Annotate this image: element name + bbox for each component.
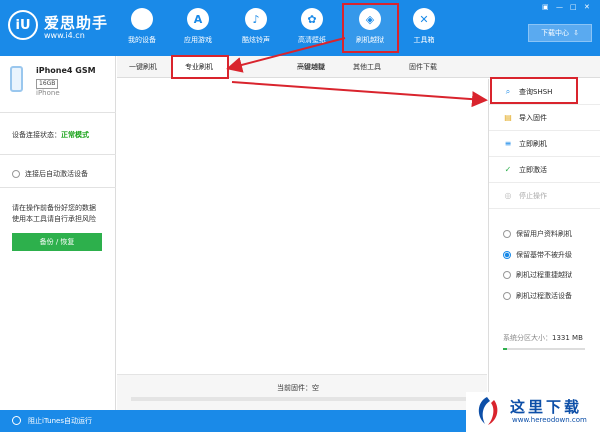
connection-mode: 正常模式: [61, 131, 89, 139]
nav-item-flash-jailbreak[interactable]: ◈ 刷机越狱: [344, 6, 396, 52]
nav-item-label: 工具箱: [413, 36, 435, 44]
flash-icon: ≡: [504, 139, 512, 148]
device-panel: iPhone4 GSM 16GB iPhone 设备连接状态：正常模式 连接后自…: [0, 56, 116, 410]
flower-icon: ✿: [301, 8, 323, 30]
shsh-highlight: [490, 77, 578, 104]
radio-checked-icon: [503, 251, 511, 259]
option-label: 保留用户资料刷机: [516, 230, 572, 238]
download-icon: ⇩: [573, 29, 579, 37]
bell-icon: ♪: [245, 8, 267, 30]
device-type: iPhone: [36, 89, 60, 97]
nav-item-label: 高清壁纸: [298, 36, 326, 44]
progress-bar: [131, 397, 473, 401]
system-partition-value: 1331 MB: [552, 334, 583, 342]
block-itunes-label[interactable]: 阻止iTunes自动运行: [28, 416, 92, 426]
watermark-url: www.hereodown.com: [512, 416, 587, 424]
download-center-button[interactable]: 下载中心 ⇩: [528, 24, 592, 42]
flash-now-button[interactable]: ≡ 立即刷机: [489, 131, 600, 157]
auto-activate-label: 连接后自动激活设备: [25, 170, 88, 178]
action-label: 停止操作: [519, 191, 547, 200]
app-logo-icon: iU: [8, 10, 38, 40]
tab-one-click-flash[interactable]: 一键刷机: [129, 56, 157, 78]
connection-status: 设备连接状态：正常模式: [12, 130, 89, 140]
radio-icon: [503, 292, 511, 300]
action-panel: ⌕ 查询SHSH ▤ 导入固件 ≡ 立即刷机 ✓ 立即激活 ◎ 停止操作 保留用…: [488, 79, 600, 410]
warning-text: 请在操作前备份好您的数据 使用本工具请自行承担风险: [12, 203, 108, 225]
toggle-icon[interactable]: [12, 416, 21, 425]
tab-pro-flash[interactable]: 专业刷机: [171, 55, 229, 79]
divider: [0, 154, 116, 155]
radio-icon: [503, 230, 511, 238]
nav-item-label: 我的设备: [128, 36, 156, 44]
app-title: 爱思助手: [44, 14, 109, 32]
nav-item-label: 刷机越狱: [356, 36, 384, 44]
option-keep-baseband[interactable]: 保留基带不被升级: [503, 250, 572, 260]
nav-item-wallpapers[interactable]: ✿ 高清壁纸: [286, 6, 338, 52]
auto-activate-option[interactable]: 连接后自动激活设备: [12, 169, 88, 179]
option-label: 保留基带不被升级: [516, 251, 572, 259]
system-partition-label: 系统分区大小：: [503, 334, 552, 342]
app-store-icon: A: [187, 8, 209, 30]
system-partition: 系统分区大小：1331 MB: [503, 333, 583, 343]
radio-icon: [503, 271, 511, 279]
current-firmware: 当前固件：空: [277, 384, 319, 392]
import-firmware-button[interactable]: ▤ 导入固件: [489, 105, 600, 131]
minimize-icon[interactable]: —: [556, 3, 563, 11]
skin-icon[interactable]: ▣: [542, 3, 549, 11]
main-content: [117, 79, 487, 410]
warning-line: 使用本工具请自行承担风险: [12, 215, 96, 223]
stop-operation-button[interactable]: ◎ 停止操作: [489, 183, 600, 209]
option-rejailbreak[interactable]: 刷机过程重捷越狱: [503, 270, 572, 280]
phone-icon: [10, 66, 23, 92]
nav-item-label: 酷炫铃声: [242, 36, 270, 44]
device-capacity: 16GB: [36, 79, 59, 89]
folder-icon: ▤: [504, 113, 512, 122]
tab-firmware-download[interactable]: 固件下载: [409, 56, 437, 78]
watermark-text: 这里下载: [510, 398, 583, 416]
stop-icon: ◎: [504, 191, 512, 200]
nav-item-toolbox[interactable]: ✕ 工具箱: [398, 6, 450, 52]
nav-item-apps[interactable]: A 应用游戏: [172, 6, 224, 52]
system-partition-bar: [503, 348, 585, 350]
warning-line: 请在操作前备份好您的数据: [12, 204, 96, 212]
nav-item-my-device[interactable]: 我的设备: [116, 6, 168, 52]
divider: [0, 187, 116, 188]
check-circle-icon: ✓: [504, 165, 512, 174]
nav-item-ringtones[interactable]: ♪ 酷炫铃声: [230, 6, 282, 52]
watermark-logo-icon: [478, 397, 498, 425]
maximize-icon[interactable]: □: [570, 3, 577, 11]
divider: [0, 112, 116, 113]
action-label: 立即刷机: [519, 139, 547, 148]
activate-now-button[interactable]: ✓ 立即激活: [489, 157, 600, 183]
firmware-bar: 当前固件：空: [117, 374, 487, 410]
tab-other-tools[interactable]: 其他工具: [353, 56, 381, 78]
dropbox-icon: ◈: [359, 8, 381, 30]
device-name: iPhone4 GSM: [36, 66, 96, 75]
tools-icon: ✕: [413, 8, 435, 30]
action-label: 立即激活: [519, 165, 547, 174]
backup-restore-button[interactable]: 备份 / 恢复: [12, 233, 102, 251]
option-label: 刷机过程激活设备: [516, 292, 572, 300]
watermark: 这里下载 www.hereodown.com: [466, 392, 600, 432]
apple-icon: [131, 8, 153, 30]
option-activate-device[interactable]: 刷机过程激活设备: [503, 291, 572, 301]
nav-item-label: 应用游戏: [184, 36, 212, 44]
app-header: iU 爱思助手 www.i4.cn 我的设备 A 应用游戏 ♪ 酷炫铃声 ✿ 高…: [0, 0, 600, 56]
connection-status-label: 设备连接状态：: [12, 131, 61, 139]
action-label: 导入固件: [519, 113, 547, 122]
radio-icon: [12, 170, 20, 178]
close-icon[interactable]: ✕: [584, 3, 590, 11]
system-partition-fill: [503, 348, 508, 350]
download-center-label: 下载中心: [541, 29, 570, 37]
tab-advanced[interactable]: 高级功能: [297, 56, 325, 78]
app-url: www.i4.cn: [44, 31, 85, 40]
option-label: 刷机过程重捷越狱: [516, 271, 572, 279]
option-keep-user-data[interactable]: 保留用户资料刷机: [503, 229, 572, 239]
tab-pro-flash-label: 专业刷机: [185, 63, 213, 71]
